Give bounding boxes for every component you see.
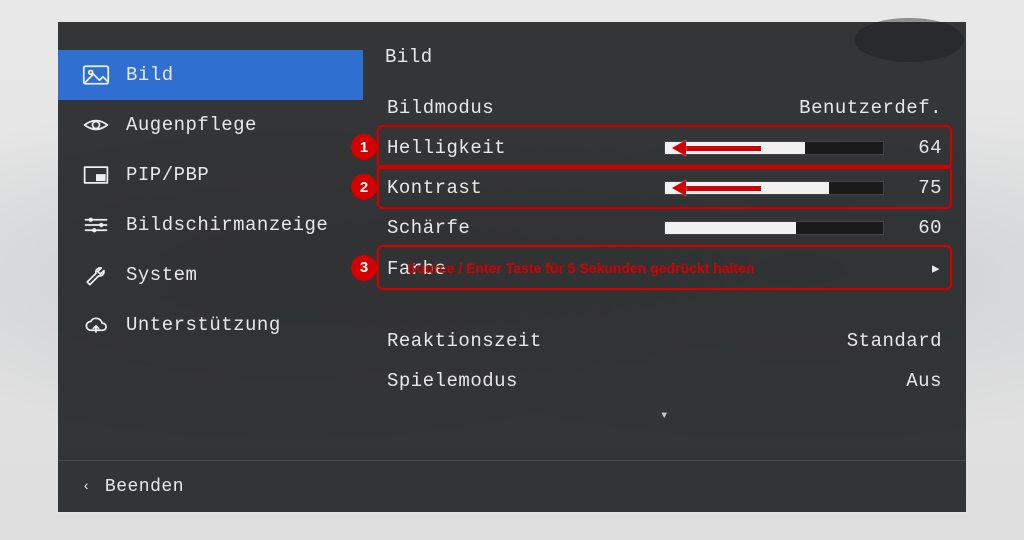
setting-label: Bildmodus xyxy=(387,97,557,119)
sidebar-item-label: Bildschirmanzeige xyxy=(126,214,328,236)
sidebar-item-system[interactable]: System xyxy=(58,250,363,300)
setting-value: Benutzerdef. xyxy=(799,97,942,119)
sidebar-item-label: PIP/PBP xyxy=(126,164,209,186)
sidebar-item-label: Bild xyxy=(126,64,174,86)
picture-icon xyxy=(82,64,110,86)
cloud-icon xyxy=(82,314,110,336)
sidebar-item-pip[interactable]: PIP/PBP xyxy=(58,150,363,200)
setting-color[interactable]: Farbe ▸ xyxy=(381,248,948,289)
setting-contrast[interactable]: Kontrast 75 xyxy=(381,168,948,208)
setting-value: Aus xyxy=(812,370,942,392)
setting-label: Farbe xyxy=(387,258,557,280)
slider-fill xyxy=(665,182,829,194)
slider[interactable]: 64 xyxy=(557,137,942,159)
setting-response[interactable]: Reaktionszeit Standard xyxy=(381,321,948,361)
setting-mode[interactable]: Bildmodus Benutzerdef. xyxy=(381,88,948,128)
sidebar-item-label: Unterstützung xyxy=(126,314,281,336)
setting-gamemode[interactable]: Spielemodus Aus xyxy=(381,361,948,401)
sidebar-item-osd[interactable]: Bildschirmanzeige xyxy=(58,200,363,250)
slider[interactable]: 60 xyxy=(557,217,942,239)
setting-value: Standard xyxy=(812,330,942,352)
sidebar-item-eyecare[interactable]: Augenpflege xyxy=(58,100,363,150)
slider-fill xyxy=(665,142,805,154)
wrench-icon xyxy=(82,264,110,286)
setting-label: Schärfe xyxy=(387,217,557,239)
slider-track[interactable] xyxy=(664,221,884,235)
panel-title: Bild xyxy=(385,46,948,68)
slider-track[interactable] xyxy=(664,141,884,155)
slider-value: 75 xyxy=(902,177,942,199)
settings-list: Bildmodus Benutzerdef. Helligkeit 64 Kontras… xyxy=(381,88,948,401)
back-caret-icon: ‹ xyxy=(82,479,91,495)
slider-track[interactable] xyxy=(664,181,884,195)
slider-value: 60 xyxy=(902,217,942,239)
sidebar-item-label: System xyxy=(126,264,197,286)
pip-icon xyxy=(82,164,110,186)
setting-sharpness[interactable]: Schärfe 60 xyxy=(381,208,948,248)
eye-icon xyxy=(82,114,110,136)
setting-label: Reaktionszeit xyxy=(387,330,557,352)
submenu-caret-icon: ▸ xyxy=(812,257,942,280)
osd-menu: Bild Augenpflege PIP/PBP Bildschirmanzeige S… xyxy=(58,22,966,512)
slider-fill xyxy=(665,222,796,234)
settings-panel: Bild Bildmodus Benutzerdef. Helligkeit 64 Ko… xyxy=(363,22,966,460)
back-label: Beenden xyxy=(105,477,184,497)
sliders-icon xyxy=(82,214,110,236)
footer[interactable]: ‹ Beenden xyxy=(58,460,966,512)
scroll-down-indicator: ▾ xyxy=(381,407,948,424)
slider-value: 64 xyxy=(902,137,942,159)
setting-brightness[interactable]: Helligkeit 64 xyxy=(381,128,948,168)
setting-label: Helligkeit xyxy=(387,137,557,159)
setting-label: Kontrast xyxy=(387,177,557,199)
sidebar-item-picture[interactable]: Bild xyxy=(58,50,363,100)
sidebar: Bild Augenpflege PIP/PBP Bildschirmanzeige S… xyxy=(58,22,363,460)
setting-label: Spielemodus xyxy=(387,370,557,392)
slider[interactable]: 75 xyxy=(557,177,942,199)
osd-main: Bild Augenpflege PIP/PBP Bildschirmanzeige S… xyxy=(58,22,966,460)
sidebar-item-label: Augenpflege xyxy=(126,114,257,136)
sidebar-item-support[interactable]: Unterstützung xyxy=(58,300,363,350)
